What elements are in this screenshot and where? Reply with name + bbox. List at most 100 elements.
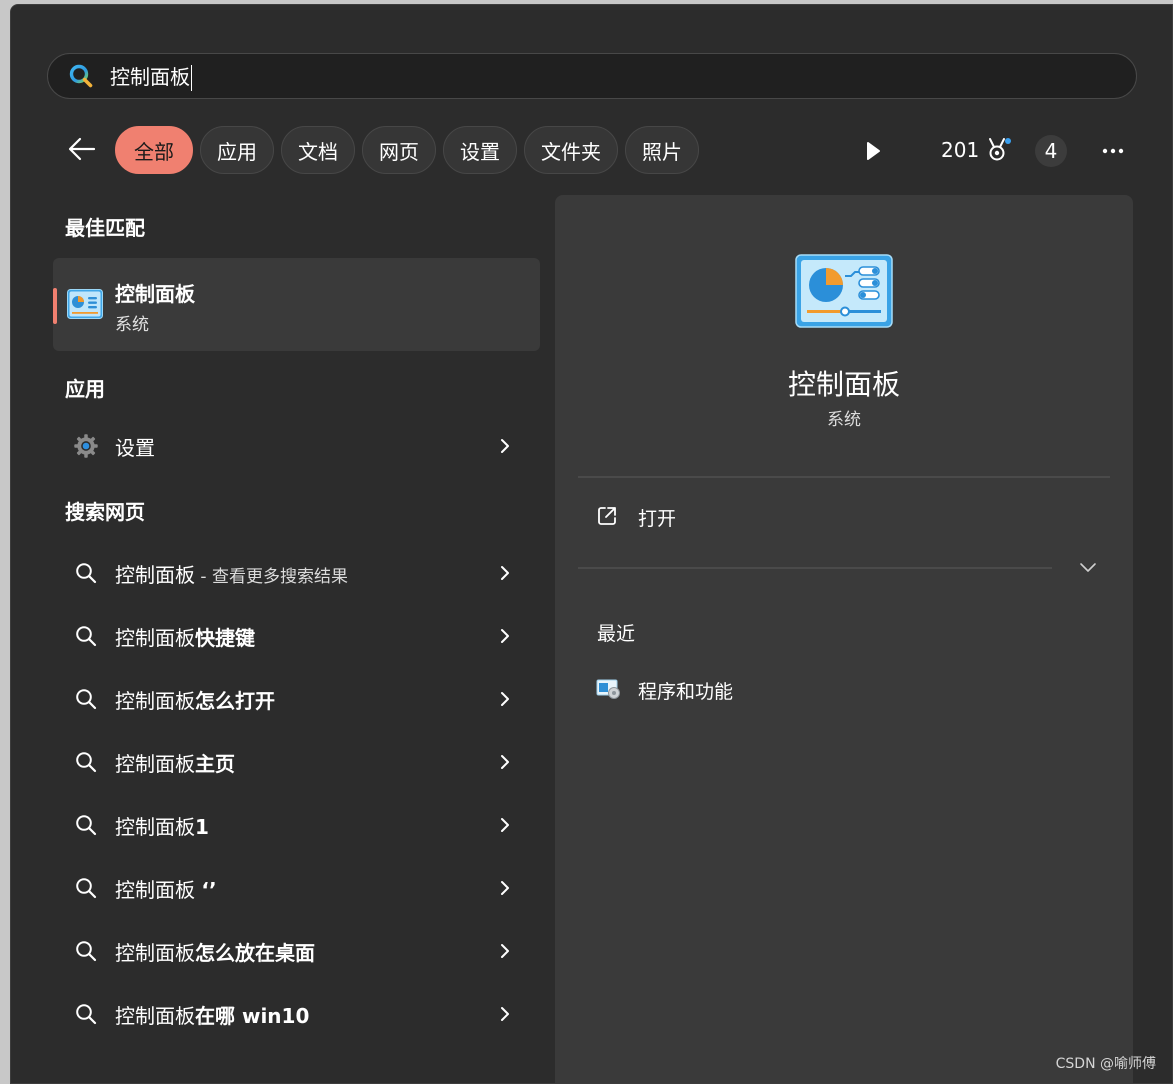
- web-result-item[interactable]: 控制面板怎么放在桌面: [53, 926, 540, 976]
- preview-divider-top: [578, 476, 1110, 478]
- web-result-label: 控制面板 - 查看更多搜索结果: [115, 559, 348, 588]
- preview-title: 控制面板: [787, 368, 900, 401]
- notification-count: 4: [1044, 139, 1058, 163]
- web-result-item[interactable]: 控制面板 ‘’: [53, 863, 540, 913]
- best-match-subtitle: 系统: [115, 315, 149, 335]
- play-icon: [867, 142, 880, 160]
- web-result-item[interactable]: 控制面板快捷键: [53, 611, 540, 661]
- web-search-heading: 搜索网页: [65, 500, 145, 524]
- web-result-suggestion: 怎么放在桌面: [195, 941, 315, 965]
- selection-indicator: [53, 288, 57, 324]
- web-result-label: 控制面板主页: [115, 748, 235, 777]
- filter-chip-all[interactable]: 全部: [115, 126, 193, 174]
- chevron-right-icon[interactable]: [497, 1003, 513, 1025]
- open-external-icon: [596, 505, 618, 527]
- web-result-label: 控制面板怎么打开: [115, 685, 275, 714]
- programs-features-icon: [596, 678, 622, 700]
- chevron-right-icon[interactable]: [497, 751, 513, 773]
- web-result-query: 控制面板: [115, 815, 195, 839]
- web-result-suggestion: 1: [195, 815, 209, 839]
- web-result-suggestion: 快捷键: [195, 626, 255, 650]
- web-result-query: 控制面板: [115, 752, 195, 776]
- recent-item-label: 程序和功能: [638, 681, 734, 703]
- search-icon: [73, 812, 99, 838]
- watermark: CSDN @喻师傅: [1055, 1056, 1156, 1072]
- best-match-heading: 最佳匹配: [65, 216, 145, 240]
- web-result-item[interactable]: 控制面板 - 查看更多搜索结果: [53, 548, 540, 598]
- web-result-suggestion: ‘’: [201, 878, 217, 902]
- web-result-label: 控制面板怎么放在桌面: [115, 937, 315, 966]
- web-result-label: 控制面板在哪 win10: [115, 1000, 309, 1029]
- control-panel-large-icon: [795, 254, 893, 328]
- preview-pane: 控制面板 系统 打开 最近 程序和功能: [555, 195, 1133, 1083]
- search-icon: [73, 1001, 99, 1027]
- text-caret: [191, 65, 192, 92]
- search-icon: [73, 875, 99, 901]
- best-match-item[interactable]: 控制面板 系统: [53, 258, 540, 351]
- preview-divider-middle: [578, 567, 1052, 569]
- back-button[interactable]: [67, 131, 97, 167]
- apps-heading: 应用: [65, 377, 105, 401]
- filter-chip-web[interactable]: 网页: [362, 126, 436, 174]
- web-result-item[interactable]: 控制面板在哪 win10: [53, 989, 540, 1039]
- filter-chip-settings[interactable]: 设置: [443, 126, 517, 174]
- filter-chip-apps[interactable]: 应用: [200, 126, 274, 174]
- filter-chip-documents[interactable]: 文档: [281, 126, 355, 174]
- web-result-query: 控制面板: [115, 689, 195, 713]
- app-item-label: 设置: [115, 436, 155, 460]
- filter-chips: 全部 应用 文档 网页 设置 文件夹 照片: [115, 126, 699, 174]
- more-options-button[interactable]: [1097, 135, 1129, 167]
- chevron-right-icon[interactable]: [497, 562, 513, 584]
- web-result-suggestion: 在哪 win10: [195, 1004, 310, 1028]
- web-result-label: 控制面板快捷键: [115, 622, 255, 651]
- web-result-query: 控制面板: [115, 563, 195, 587]
- search-query-value: 控制面板: [110, 64, 190, 89]
- gear-icon: [73, 433, 99, 459]
- web-result-hint: - 查看更多搜索结果: [195, 567, 348, 587]
- web-result-query: 控制面板: [115, 941, 195, 965]
- app-item-settings[interactable]: 设置: [53, 421, 540, 471]
- chevron-right-icon[interactable]: [497, 435, 513, 457]
- web-result-item[interactable]: 控制面板怎么打开: [53, 674, 540, 724]
- search-icon: [73, 560, 99, 586]
- rewards-points[interactable]: 201: [941, 136, 1013, 164]
- search-icon: [73, 938, 99, 964]
- trophy-icon: [989, 138, 1012, 161]
- rewards-points-value: 201: [941, 138, 980, 162]
- open-action-label: 打开: [638, 508, 677, 530]
- search-icon: [73, 749, 99, 775]
- search-window: 控制面板 全部 应用 文档 网页 设置 文件夹 照片 201 4 最佳匹配 控制…: [10, 4, 1173, 1084]
- search-query-text[interactable]: 控制面板: [110, 61, 192, 92]
- web-result-label: 控制面板 ‘’: [115, 874, 217, 903]
- open-action[interactable]: 打开: [578, 491, 1110, 543]
- web-result-item[interactable]: 控制面板主页: [53, 737, 540, 787]
- search-icon: [73, 686, 99, 712]
- best-match-title: 控制面板: [115, 282, 195, 306]
- recent-heading: 最近: [597, 623, 636, 645]
- filter-chip-folders[interactable]: 文件夹: [524, 126, 618, 174]
- expand-button[interactable]: [1077, 559, 1099, 575]
- chevron-right-icon[interactable]: [497, 814, 513, 836]
- preview-subtitle: 系统: [827, 410, 861, 430]
- more-filters-button[interactable]: [863, 139, 883, 163]
- web-result-query: 控制面板: [115, 878, 202, 902]
- control-panel-icon: [67, 289, 103, 319]
- filter-chip-photos[interactable]: 照片: [625, 126, 699, 174]
- web-result-query: 控制面板: [115, 1004, 195, 1028]
- search-logo-icon: [68, 63, 94, 89]
- search-icon: [73, 623, 99, 649]
- web-result-suggestion: 主页: [195, 752, 235, 776]
- arrow-left-icon: [68, 137, 96, 161]
- web-result-item[interactable]: 控制面板1: [53, 800, 540, 850]
- recent-item-programs-features[interactable]: 程序和功能: [578, 669, 1110, 709]
- chevron-down-icon: [1080, 563, 1096, 572]
- chevron-right-icon[interactable]: [497, 877, 513, 899]
- web-result-suggestion: 怎么打开: [195, 689, 275, 713]
- web-result-query: 控制面板: [115, 626, 195, 650]
- notification-badge[interactable]: 4: [1035, 135, 1067, 167]
- web-result-label: 控制面板1: [115, 811, 209, 840]
- chevron-right-icon[interactable]: [497, 625, 513, 647]
- chevron-right-icon[interactable]: [497, 688, 513, 710]
- search-box[interactable]: 控制面板: [47, 53, 1137, 99]
- chevron-right-icon[interactable]: [497, 940, 513, 962]
